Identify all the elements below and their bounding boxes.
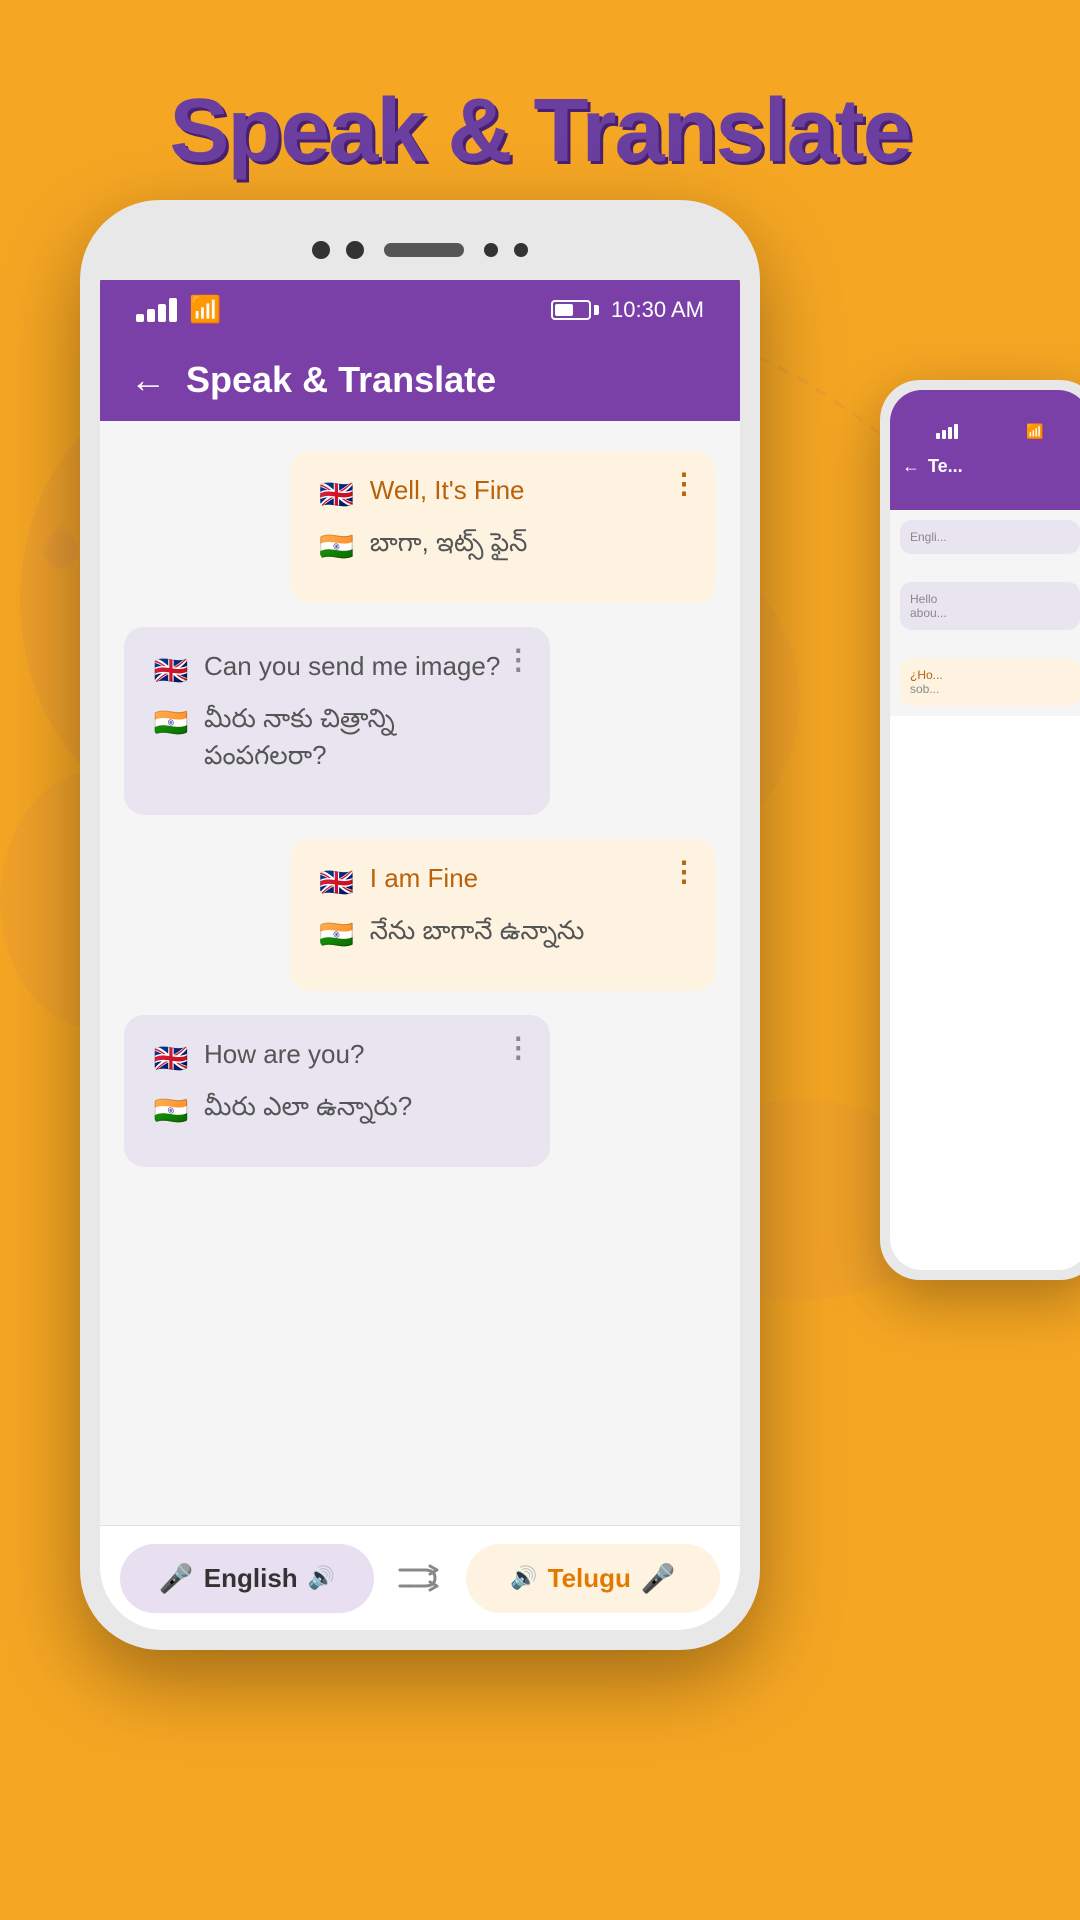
lang1-label: English — [204, 1563, 298, 1594]
sensor-icon — [484, 243, 498, 257]
uk-flag-2: 🇬🇧 — [152, 651, 190, 689]
india-flag-4: 🇮🇳 — [152, 1091, 190, 1129]
bubble-left-4: ⋮ 🇬🇧 How are you? 🇮🇳 మీరు ఎలా ఉన్నారు? — [124, 1015, 550, 1167]
bubble-en-row-1: 🇬🇧 Well, It's Fine — [318, 475, 688, 513]
message-4-container: ⋮ 🇬🇧 How are you? 🇮🇳 మీరు ఎలా ఉన్నారు? — [124, 1015, 716, 1167]
chat-area: ⋮ 🇬🇧 Well, It's Fine 🇮🇳 బాగా, ఇట్స్ ఫైన్ — [100, 421, 740, 1545]
status-bar: 📶 10:30 AM — [100, 280, 740, 339]
bubble-en-row-3: 🇬🇧 I am Fine — [318, 863, 688, 901]
bubble-te-row-3: 🇮🇳 నేను బాగానే ఉన్నాను — [318, 915, 688, 953]
message-1-container: ⋮ 🇬🇧 Well, It's Fine 🇮🇳 బాగా, ఇట్స్ ఫైన్ — [124, 451, 716, 603]
phone2-bubble2-line1: Hello — [910, 592, 1070, 606]
mic-icon-left: 🎤 — [159, 1562, 194, 1595]
app-bar: ← Speak & Translate — [100, 339, 740, 421]
shuffle-button[interactable] — [384, 1542, 456, 1614]
time-display: 10:30 AM — [611, 297, 704, 323]
phone2-title: Te... — [928, 456, 963, 477]
msg-en-2: Can you send me image? — [204, 651, 500, 682]
uk-flag-1: 🇬🇧 — [318, 475, 356, 513]
phone2-bubble3-line2: sob... — [910, 682, 1070, 696]
india-flag-2: 🇮🇳 — [152, 703, 190, 741]
phone2-bubble2-line2: abou... — [910, 606, 1070, 620]
second-phone: 📶 ← Te... Engli... Hello abou... ¿H — [880, 380, 1080, 1280]
msg-te-3: నేను బాగానే ఉన్నాను — [370, 915, 585, 952]
shuffle-icon — [395, 1558, 445, 1598]
uk-flag-3: 🇬🇧 — [318, 863, 356, 901]
uk-flag-4: 🇬🇧 — [152, 1039, 190, 1077]
lang2-button[interactable]: 🔊 Telugu 🎤 — [466, 1544, 720, 1613]
bubble-en-row-2: 🇬🇧 Can you send me image? — [152, 651, 522, 689]
wifi-icon: 📶 — [189, 294, 221, 325]
status-left: 📶 — [136, 294, 221, 325]
msg-en-3: I am Fine — [370, 863, 478, 894]
bubble-te-row-4: 🇮🇳 మీరు ఎలా ఉన్నారు? — [152, 1091, 522, 1129]
msg-te-4: మీరు ఎలా ఉన్నారు? — [204, 1091, 412, 1128]
phone2-back-icon: ← — [902, 456, 920, 477]
bubble-te-row-2: 🇮🇳 మీరు నాకు చిత్రాన్ని పంపగలరా? — [152, 703, 522, 777]
lang1-button[interactable]: 🎤 English 🔊 — [120, 1544, 374, 1613]
bottom-bar: 🎤 English 🔊 🔊 Telugu — [100, 1525, 740, 1630]
phone2-bubble1: Engli... — [910, 530, 1070, 544]
signal-icon — [136, 298, 177, 322]
bubble-left-2: ⋮ 🇬🇧 Can you send me image? 🇮🇳 మీరు నాకు… — [124, 627, 550, 815]
message-3-container: ⋮ 🇬🇧 I am Fine 🇮🇳 నేను బాగానే ఉన్నాను — [124, 839, 716, 991]
speaker-grille — [384, 243, 464, 257]
speaker-icon-right: 🔊 — [510, 1565, 537, 1591]
speaker-icon-left: 🔊 — [308, 1565, 335, 1591]
app-bar-title: Speak & Translate — [186, 359, 496, 401]
india-flag-3: 🇮🇳 — [318, 915, 356, 953]
camera-front-icon — [514, 243, 528, 257]
bubble-menu-3[interactable]: ⋮ — [670, 855, 698, 888]
lang2-label: Telugu — [548, 1563, 631, 1594]
msg-en-1: Well, It's Fine — [370, 475, 525, 506]
bubble-te-row-1: 🇮🇳 బాగా, ఇట్స్ ఫైన్ — [318, 527, 688, 565]
phone2-bubble3-line1: ¿Ho... — [910, 668, 1070, 682]
msg-te-1: బాగా, ఇట్స్ ఫైన్ — [370, 527, 528, 564]
camera-left-icon — [312, 241, 330, 259]
msg-en-4: How are you? — [204, 1039, 364, 1070]
back-button[interactable]: ← — [130, 359, 166, 401]
bubble-en-row-4: 🇬🇧 How are you? — [152, 1039, 522, 1077]
bubble-right-1: ⋮ 🇬🇧 Well, It's Fine 🇮🇳 బాగా, ఇట్స్ ఫైన్ — [290, 451, 716, 603]
bubble-menu-4[interactable]: ⋮ — [504, 1031, 532, 1064]
bubble-right-3: ⋮ 🇬🇧 I am Fine 🇮🇳 నేను బాగానే ఉన్నాను — [290, 839, 716, 991]
camera-right-icon — [346, 241, 364, 259]
battery-icon — [551, 300, 599, 320]
bubble-menu-1[interactable]: ⋮ — [670, 467, 698, 500]
india-flag-1: 🇮🇳 — [318, 527, 356, 565]
main-phone: 📶 10:30 AM ← Speak & Translate — [80, 200, 760, 1650]
msg-te-2: మీరు నాకు చిత్రాన్ని పంపగలరా? — [204, 703, 522, 777]
phone-notch — [100, 220, 740, 280]
message-2-container: ⋮ 🇬🇧 Can you send me image? 🇮🇳 మీరు నాకు… — [124, 627, 716, 815]
mic-icon-right: 🎤 — [641, 1562, 676, 1595]
status-right: 10:30 AM — [551, 297, 704, 323]
page-title: Speak & Translate — [0, 80, 1080, 183]
bubble-menu-2[interactable]: ⋮ — [504, 643, 532, 676]
